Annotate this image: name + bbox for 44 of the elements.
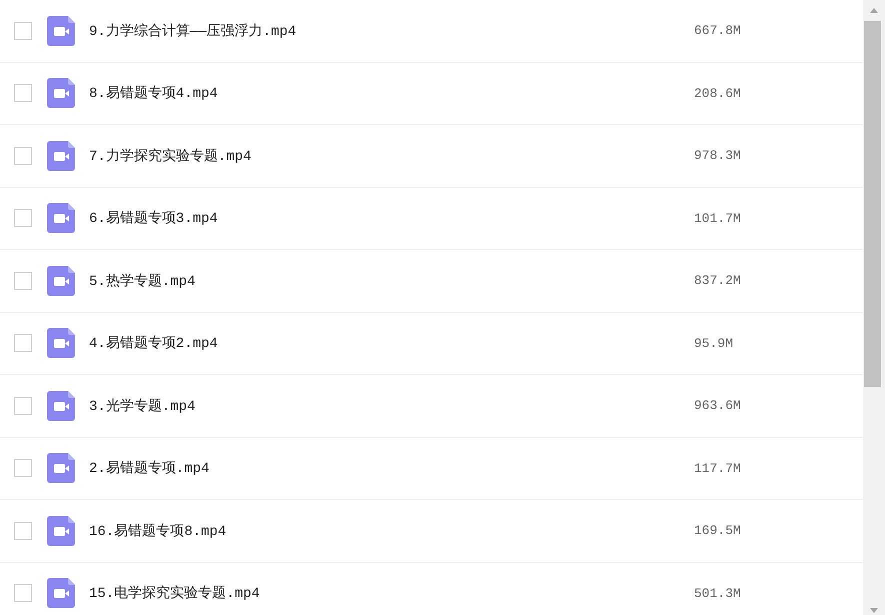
file-size: 208.6M (694, 86, 741, 101)
row-checkbox[interactable] (14, 334, 32, 352)
file-name[interactable]: 8.易错题专项4.mp4 (89, 84, 694, 102)
row-checkbox[interactable] (14, 272, 32, 290)
file-name[interactable]: 2.易错题专项.mp4 (89, 459, 694, 478)
row-checkbox[interactable] (14, 459, 32, 478)
file-size: 667.8M (694, 23, 741, 38)
video-file-icon (47, 140, 75, 171)
row-checkbox[interactable] (14, 84, 32, 102)
video-file-icon (47, 16, 75, 46)
file-size: 501.3M (694, 586, 741, 601)
file-size: 978.3M (694, 148, 741, 164)
row-checkbox[interactable] (14, 522, 32, 540)
scroll-up-icon[interactable] (870, 8, 878, 13)
file-name[interactable]: 15.电学探究实验专题.mp4 (89, 584, 694, 602)
file-size: 169.5M (694, 523, 741, 538)
file-name[interactable]: 5.热学专题.mp4 (89, 272, 694, 290)
file-name[interactable]: 9.力学综合计算——压强浮力.mp4 (89, 22, 694, 40)
file-name[interactable]: 16.易错题专项8.mp4 (89, 522, 694, 540)
scroll-down-icon[interactable] (870, 608, 878, 613)
video-file-icon (47, 328, 75, 358)
row-checkbox[interactable] (14, 146, 32, 165)
row-checkbox[interactable] (14, 209, 32, 228)
video-file-icon (47, 266, 75, 296)
file-size: 95.9M (694, 336, 734, 351)
video-file-icon (47, 203, 75, 234)
file-size: 963.6M (694, 398, 741, 414)
video-file-icon (47, 578, 75, 608)
scrollbar[interactable] (863, 0, 885, 615)
row-checkbox[interactable] (14, 584, 32, 602)
file-size: 101.7M (694, 210, 741, 226)
video-file-icon (47, 390, 75, 421)
file-size: 117.7M (694, 460, 741, 476)
file-size: 837.2M (694, 273, 741, 288)
row-checkbox[interactable] (14, 396, 32, 415)
video-file-icon (47, 453, 75, 484)
file-name[interactable]: 7.力学探究实验专题.mp4 (89, 146, 694, 165)
row-checkbox[interactable] (14, 22, 32, 40)
file-name[interactable]: 6.易错题专项3.mp4 (89, 209, 694, 228)
scrollbar-thumb[interactable] (864, 21, 881, 387)
file-name[interactable]: 4.易错题专项2.mp4 (89, 334, 694, 352)
file-name[interactable]: 3.光学专题.mp4 (89, 396, 694, 415)
video-file-icon (47, 78, 75, 108)
video-file-icon (47, 516, 75, 546)
